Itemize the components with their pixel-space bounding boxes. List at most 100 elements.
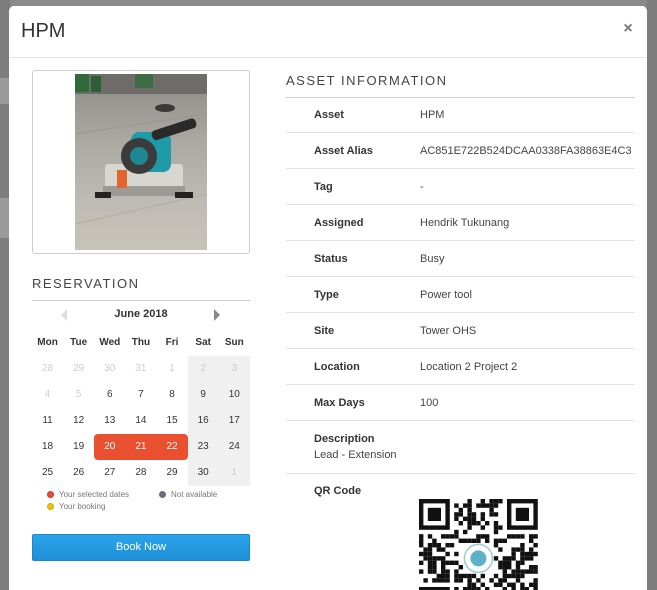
info-value-site: Tower OHS (420, 325, 477, 337)
calendar-day[interactable]: 25 (32, 460, 63, 486)
info-row-divider (286, 348, 635, 349)
weekday-label: Fri (165, 337, 179, 348)
info-row-divider (286, 420, 635, 421)
calendar-day[interactable]: 19 (63, 434, 94, 460)
calendar-nav: June 2018 (32, 304, 250, 326)
calendar-day[interactable]: 18 (32, 434, 63, 460)
calendar-day[interactable]: 24 (218, 434, 250, 460)
info-value-location: Location 2 Project 2 (420, 361, 518, 373)
next-month-icon[interactable] (214, 309, 220, 321)
weekday-label: Thu (131, 337, 151, 348)
info-label-status: Status (314, 253, 348, 265)
info-row-divider (286, 168, 635, 169)
close-icon[interactable]: × (621, 20, 635, 38)
qr-code-graphic (419, 499, 538, 590)
page-backdrop-right (647, 0, 657, 590)
legend-unavailable-label: Not available (171, 490, 218, 499)
calendar-day[interactable]: 30 (187, 460, 219, 486)
calendar-day[interactable]: 9 (187, 382, 219, 408)
info-row-divider (286, 204, 635, 205)
info-value-max-days: 100 (420, 397, 439, 409)
asset-info-divider (286, 97, 635, 98)
calendar-day[interactable]: 16 (187, 408, 219, 434)
calendar-day[interactable]: 7 (125, 382, 156, 408)
calendar-day-selected[interactable]: 22 (156, 434, 188, 460)
selected-dot-icon (47, 491, 54, 499)
info-row-divider (286, 473, 635, 474)
calendar-day: 31 (135, 363, 147, 374)
calendar-day: 3 (218, 356, 250, 382)
calendar-day[interactable]: 10 (218, 382, 250, 408)
modal-header: HPM × (9, 6, 647, 58)
calendar-day: 5 (75, 389, 82, 400)
calendar-day: 1 (218, 460, 250, 486)
asset-photo-frame (32, 70, 250, 254)
calendar-day[interactable]: 15 (157, 408, 188, 434)
info-label-description: Description (314, 433, 375, 445)
calendar-day[interactable]: 26 (63, 460, 94, 486)
weekday-label: Sat (195, 337, 211, 348)
calendar-day: 1 (169, 363, 175, 374)
asset-modal: HPM × RESERVATION June 2018 Mon Tue Wed … (9, 6, 647, 590)
info-row-divider (286, 276, 635, 277)
calendar-week: 11 12 13 14 15 16 17 (32, 408, 250, 434)
calendar-day[interactable]: 28 (125, 460, 156, 486)
unavailable-dot-icon (159, 491, 166, 499)
info-label-type: Type (314, 289, 339, 301)
calendar-day[interactable]: 12 (63, 408, 94, 434)
calendar-day[interactable]: 13 (94, 408, 125, 434)
calendar-day[interactable]: 14 (125, 408, 156, 434)
info-label-asset-alias: Asset Alias (314, 145, 373, 157)
calendar-day[interactable]: 17 (218, 408, 250, 434)
calendar-week: 25 26 27 28 29 30 1 (32, 460, 250, 486)
qr-code-image (419, 499, 541, 590)
info-row-divider (286, 132, 635, 133)
calendar-day[interactable]: 27 (94, 460, 125, 486)
calendar-day[interactable]: 23 (187, 434, 219, 460)
reservation-divider (32, 300, 250, 301)
info-row-divider (286, 384, 635, 385)
info-label-site: Site (314, 325, 335, 337)
info-value-status: Busy (420, 253, 445, 265)
miter-saw-image (75, 74, 207, 225)
weekday-label: Tue (70, 337, 88, 348)
info-row-divider (286, 312, 635, 313)
booking-dot-icon (47, 503, 54, 511)
calendar-week: 28 29 30 31 1 2 3 (32, 356, 250, 382)
calendar-grid: Mon Tue Wed Thu Fri Sat Sun 28 29 30 31 … (32, 330, 250, 486)
calendar-day[interactable]: 8 (157, 382, 188, 408)
asset-photo (75, 74, 207, 250)
legend-unavailable: Not available (159, 490, 217, 499)
weekday-label: Mon (37, 337, 58, 348)
calendar-day: 29 (73, 363, 85, 374)
asset-info-heading: ASSET INFORMATION (286, 73, 448, 88)
info-label-qr-code: QR Code (314, 485, 362, 497)
calendar-day[interactable]: 11 (32, 408, 63, 434)
calendar-weekday-header: Mon Tue Wed Thu Fri Sat Sun (32, 330, 250, 356)
calendar-day: 28 (42, 363, 54, 374)
legend-booking: Your booking (47, 502, 105, 511)
book-now-button[interactable]: Book Now (32, 534, 250, 561)
info-label-max-days: Max Days (314, 397, 365, 409)
info-label-asset: Asset (314, 109, 344, 121)
calendar-day[interactable]: 6 (94, 382, 125, 408)
reservation-heading: RESERVATION (32, 276, 140, 291)
info-value-type: Power tool (420, 289, 472, 301)
info-value-description: Lead - Extension (314, 449, 397, 461)
calendar-week: 18 19 20 21 22 23 24 (32, 434, 250, 460)
legend-booking-label: Your booking (59, 502, 106, 511)
weekday-label: Sun (224, 337, 244, 348)
info-value-assigned: Hendrik Tukunang (420, 217, 510, 229)
calendar-day-selected[interactable]: 21 (125, 434, 157, 460)
calendar-day[interactable]: 29 (157, 460, 188, 486)
calendar-day-selected[interactable]: 20 (94, 434, 126, 460)
calendar-week: 4 5 6 7 8 9 10 (32, 382, 250, 408)
reservation-calendar: June 2018 Mon Tue Wed Thu Fri Sat Sun 28… (32, 304, 250, 486)
modal-title: HPM (21, 20, 66, 42)
weekday-label: Wed (99, 337, 121, 348)
calendar-day: 30 (104, 363, 116, 374)
calendar-day: 4 (44, 389, 51, 400)
info-row-divider (286, 240, 635, 241)
info-label-tag: Tag (314, 181, 333, 193)
legend-selected: Your selected dates (47, 490, 129, 499)
